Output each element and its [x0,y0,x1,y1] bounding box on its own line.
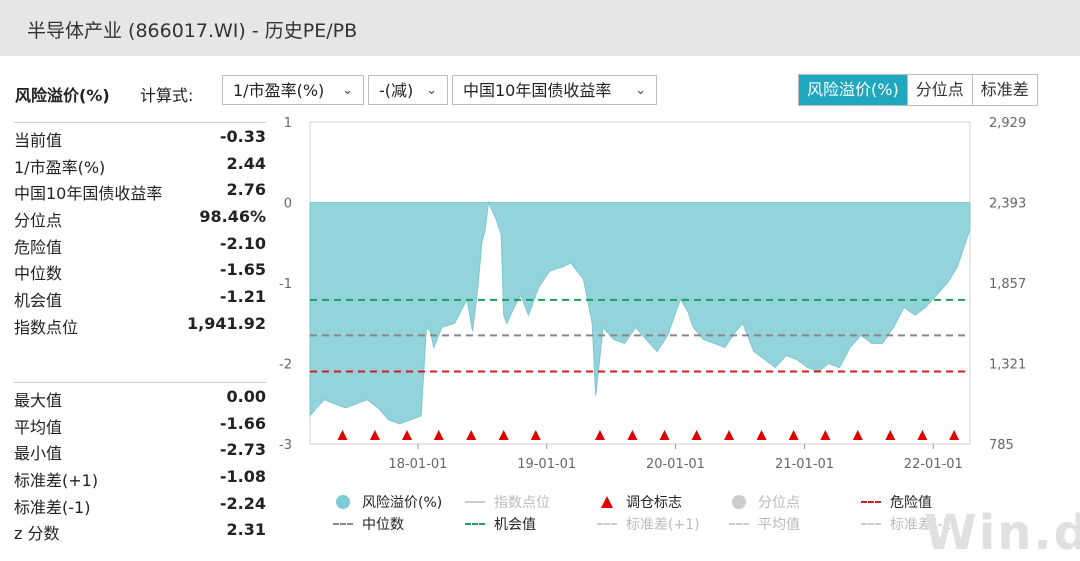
legend-label: 机会值 [494,517,536,533]
legend-label: 指数点位 [494,495,550,511]
y-tick-label-right: 785 [989,438,1014,453]
legend-label: 中位数 [362,517,404,533]
rebalance-marker [917,430,928,440]
legend-item[interactable]: 分位点 [728,492,800,512]
line-icon [464,523,486,525]
y-tick-label-left: 0 [284,197,292,212]
circle-icon [332,495,354,509]
rebalance-marker [369,430,380,440]
line-icon [596,523,618,525]
line-icon [464,501,486,503]
rebalance-marker [594,430,605,440]
legend-label: 调仓标志 [626,495,682,511]
legend-item[interactable]: 风险溢价(%) [332,492,442,512]
x-tick-label: 21-01-01 [775,457,834,472]
rebalance-marker [466,430,477,440]
rebalance-marker [949,430,960,440]
y-tick-label-left: 1 [284,116,292,131]
triangle-icon [596,496,618,508]
wind-watermark: Win.d [923,505,1080,561]
rebalance-marker [691,430,702,440]
y-tick-label-left: -3 [279,438,292,453]
legend-label: 风险溢价(%) [362,495,443,511]
legend-item[interactable]: 中位数 [332,514,404,534]
line-icon [860,501,882,503]
x-tick-label: 22-01-01 [904,457,963,472]
rebalance-marker [530,430,541,440]
line-icon [332,523,354,525]
rebalance-marker [627,430,638,440]
rebalance-marker [852,430,863,440]
y-tick-label-right: 2,393 [989,197,1026,212]
y-tick-label-left: -1 [279,277,292,292]
rebalance-marker [756,430,767,440]
risk-premium-chart: 1 0 -1 -2 -3 2,929 2,393 1,857 1,321 785 18-01-01 1… [279,116,1026,472]
rebalance-marker [498,430,509,440]
y-tick-label-right: 1,321 [989,358,1026,373]
line-icon [860,523,882,525]
rebalance-marker [659,430,670,440]
legend-item[interactable]: 平均值 [728,514,800,534]
line-icon [728,523,750,525]
legend-item[interactable]: 机会值 [464,514,536,534]
x-tick-label: 18-01-01 [388,457,447,472]
rebalance-marker [885,430,896,440]
x-tick-label: 20-01-01 [646,457,705,472]
legend-label: 分位点 [758,495,800,511]
rebalance-marker [820,430,831,440]
legend-item[interactable]: 指数点位 [464,492,550,512]
x-tick-label: 19-01-01 [517,457,576,472]
y-tick-label-left: -2 [279,358,292,373]
y-tick-label-right: 2,929 [989,116,1026,131]
y-tick-label-right: 1,857 [989,277,1026,292]
rebalance-marker [788,430,799,440]
legend-item[interactable]: 调仓标志 [596,492,682,512]
legend-item[interactable]: 标准差(+1) [596,514,700,534]
rebalance-marker [337,430,348,440]
rebalance-marker [724,430,735,440]
rebalance-marker [402,430,413,440]
legend-label: 平均值 [758,517,800,533]
legend-item[interactable]: 危险值 [860,492,932,512]
risk-premium-area [309,200,971,425]
circle-icon [728,495,750,509]
rebalance-marker [433,430,444,440]
legend-label: 标准差(+1) [626,517,700,533]
